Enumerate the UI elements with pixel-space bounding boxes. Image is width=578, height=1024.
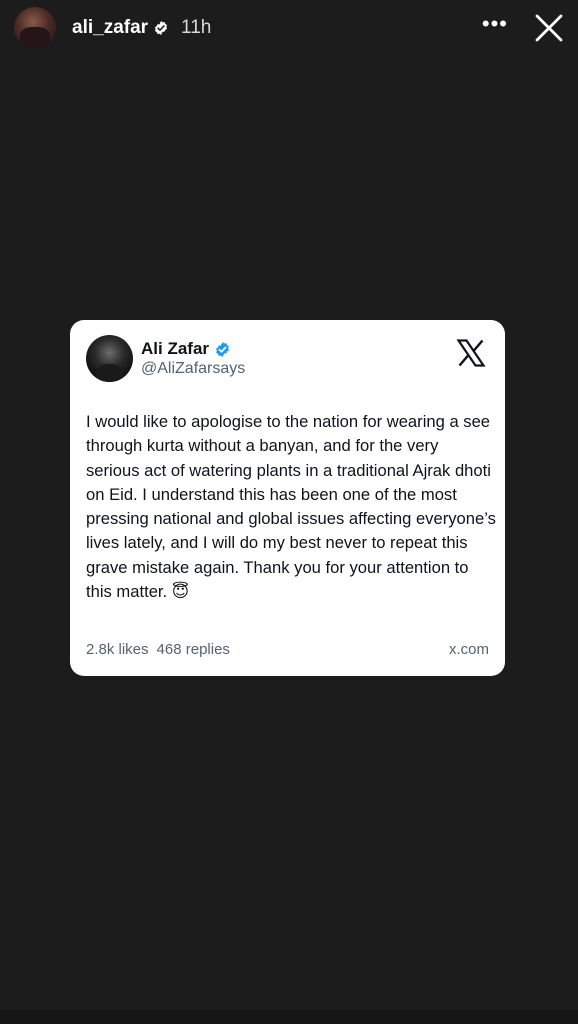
tweet-card[interactable]: Ali Zafar @AliZafarsays I would like to … xyxy=(70,320,505,676)
verified-badge-icon xyxy=(155,21,168,35)
close-icon[interactable] xyxy=(534,13,564,43)
tweet-author-avatar[interactable] xyxy=(86,335,133,382)
bottom-edge xyxy=(0,1010,578,1024)
tweet-author-name[interactable]: Ali Zafar xyxy=(141,339,209,359)
replies-count[interactable]: 468 replies xyxy=(157,641,230,658)
tweet-author-handle[interactable]: @AliZafarsays xyxy=(141,360,245,378)
more-options-icon[interactable]: ••• xyxy=(482,11,508,37)
profile-avatar[interactable] xyxy=(14,7,56,49)
verified-badge-icon xyxy=(216,341,229,357)
story-timestamp: 11h xyxy=(181,17,212,38)
x-logo-icon[interactable] xyxy=(456,338,486,368)
tweet-author-row: Ali Zafar xyxy=(141,339,231,359)
likes-count[interactable]: 2.8k likes xyxy=(86,641,149,658)
story-username[interactable]: ali_zafar xyxy=(72,17,148,39)
tweet-footer: 2.8k likes 468 replies x.com xyxy=(86,641,489,658)
tweet-text: I would like to apologise to the nation … xyxy=(86,412,496,602)
story-header: ali_zafar 11h ••• xyxy=(14,6,566,50)
source-domain-link[interactable]: x.com xyxy=(449,641,489,658)
story-viewer: ali_zafar 11h ••• Ali Zafar @AliZafarsay… xyxy=(0,0,578,1024)
